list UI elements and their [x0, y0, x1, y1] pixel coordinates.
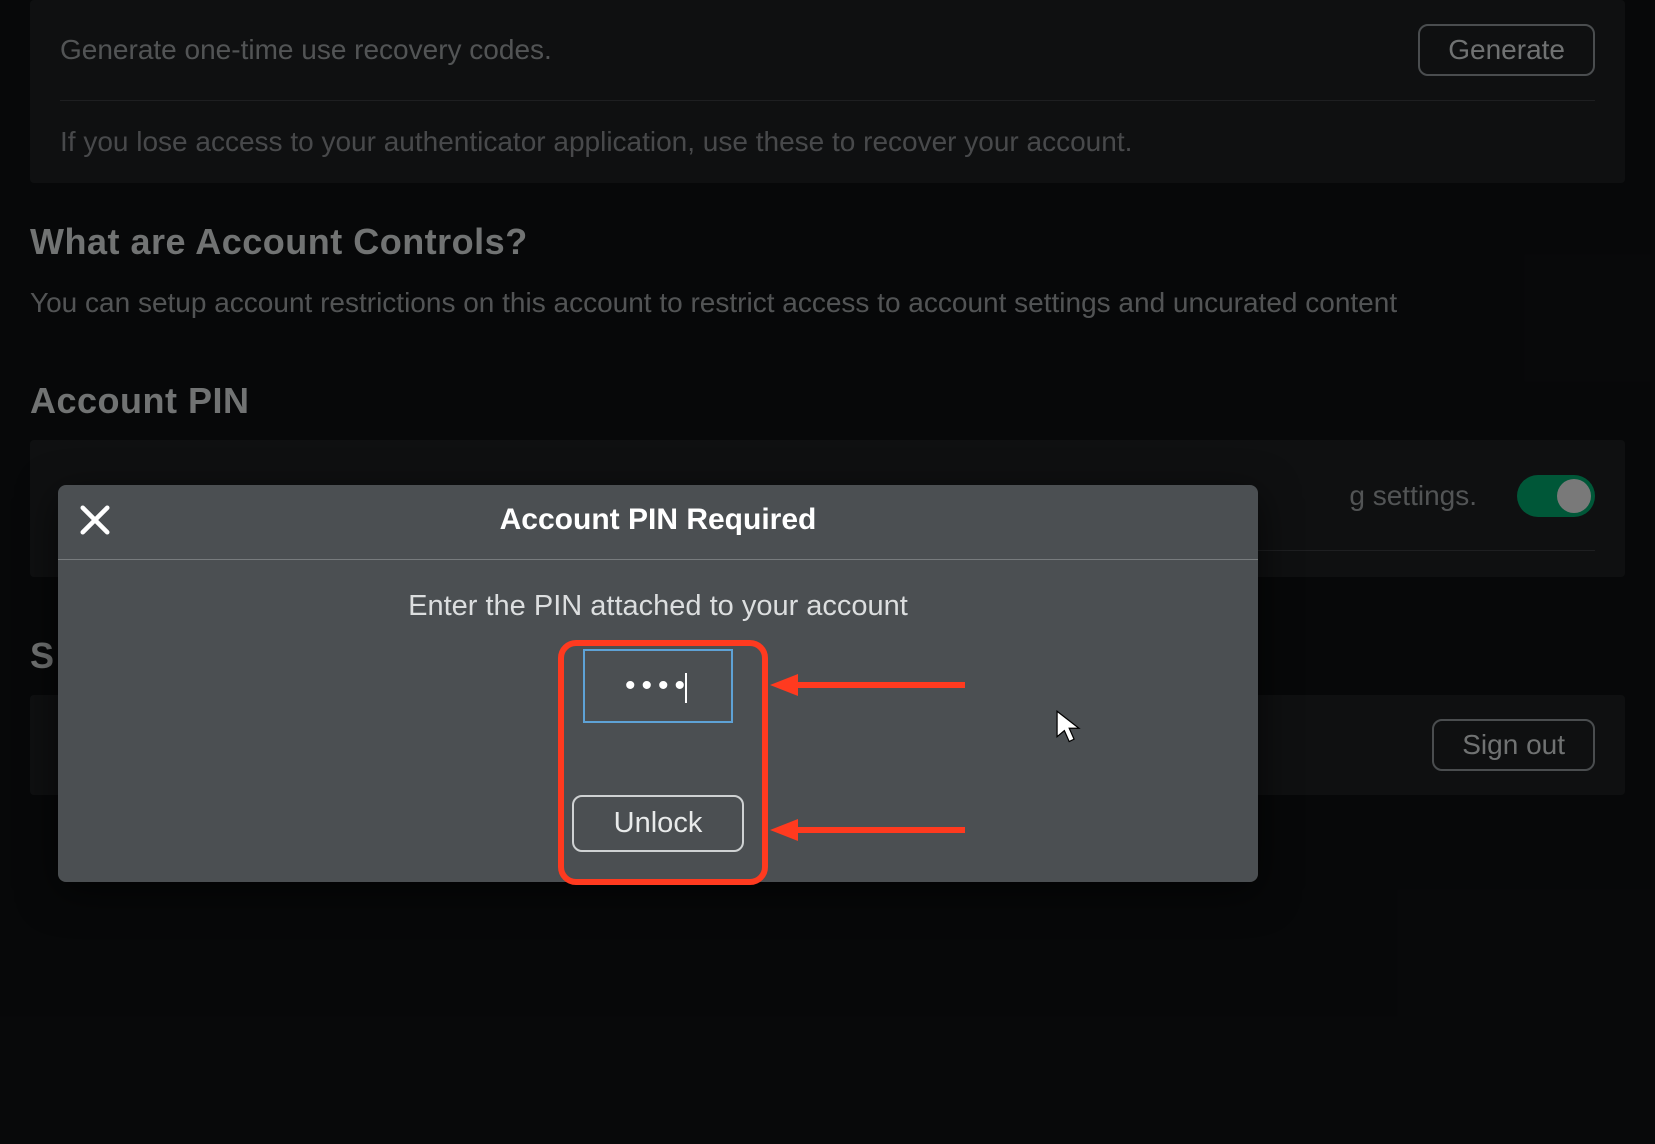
close-icon[interactable]: [74, 499, 116, 541]
modal-instruction: Enter the PIN attached to your account: [58, 590, 1258, 623]
modal-title: Account PIN Required: [58, 503, 1258, 537]
unlock-button[interactable]: Unlock: [572, 795, 745, 852]
pin-input[interactable]: [583, 649, 733, 723]
pin-modal: Account PIN Required Enter the PIN attac…: [58, 485, 1258, 882]
input-caret: [685, 673, 687, 703]
